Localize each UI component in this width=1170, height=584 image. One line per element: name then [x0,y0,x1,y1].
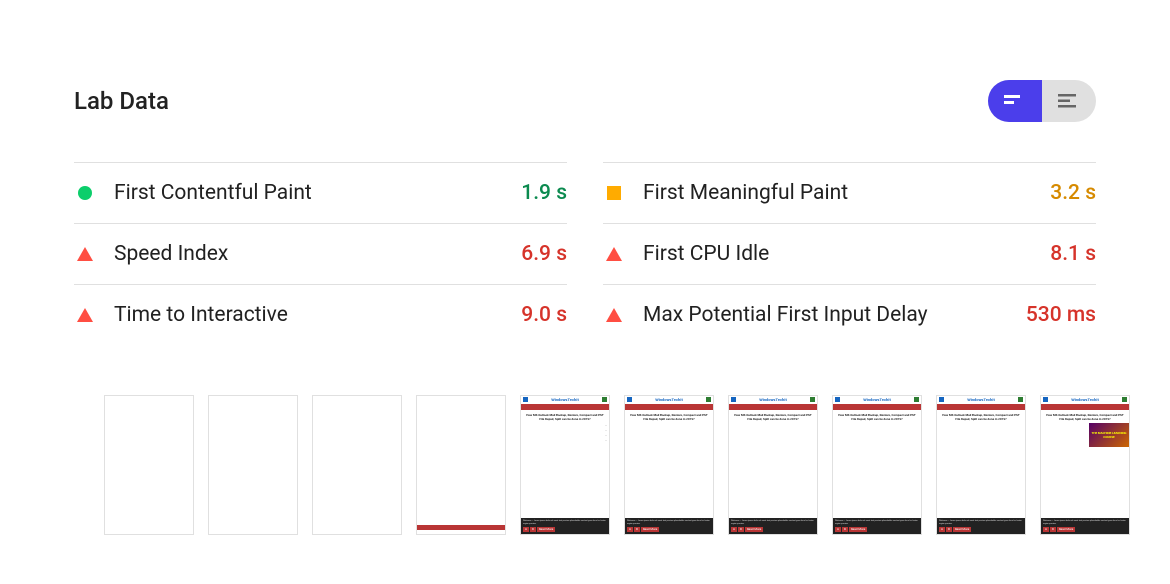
filmstrip-frame: WindowsTechItHow MS Outlook Mail Backup,… [520,395,610,535]
metric-label: First Contentful Paint [114,181,312,205]
metric-value: 1.9 s [521,181,567,205]
metric-row[interactable]: First Meaningful Paint 3.2 s [603,162,1096,223]
filmstrip-frame: WindowsTechItHow MS Outlook Mail Backup,… [1040,395,1130,535]
filmstrip-frame: WindowsTechItHow MS Outlook Mail Backup,… [728,395,818,535]
metric-row[interactable]: Speed Index 6.9 s [74,223,567,284]
metrics-table: First Contentful Paint 1.9 s Speed Index… [74,162,1096,345]
metric-row[interactable]: Time to Interactive 9.0 s [74,284,567,345]
metric-value: 6.9 s [521,242,567,266]
warn-icon [607,186,621,200]
pass-icon [78,186,92,200]
metric-row[interactable]: Max Potential First Input Delay 530 ms [603,284,1096,345]
view-detail-button[interactable] [988,80,1042,122]
section-title: Lab Data [74,87,169,115]
fail-icon [606,308,622,322]
filmstrip-frame: WindowsTechItHow MS Outlook Mail Backup,… [624,395,714,535]
metric-row[interactable]: First CPU Idle 8.1 s [603,223,1096,284]
view-toggle [988,80,1096,122]
detail-view-icon [1004,95,1026,107]
filmstrip-frame: WindowsTechItHow MS Outlook Mail Backup,… [936,395,1026,535]
metric-row[interactable]: First Contentful Paint 1.9 s [74,162,567,223]
view-compact-button[interactable] [1042,80,1096,122]
fail-icon [77,308,93,322]
filmstrip-frame [416,395,506,535]
metrics-column-left: First Contentful Paint 1.9 s Speed Index… [74,162,567,345]
metric-label: Max Potential First Input Delay [643,303,928,327]
metric-label: First CPU Idle [643,242,769,266]
filmstrip: WindowsTechItHow MS Outlook Mail Backup,… [74,395,1096,535]
metric-label: Speed Index [114,242,228,266]
fail-icon [606,247,622,261]
metric-label: First Meaningful Paint [643,181,848,205]
compact-view-icon [1058,94,1080,108]
metric-value: 9.0 s [521,303,567,327]
metric-value: 8.1 s [1050,242,1096,266]
filmstrip-frame: WindowsTechItHow MS Outlook Mail Backup,… [832,395,922,535]
filmstrip-frame [312,395,402,535]
metrics-column-right: First Meaningful Paint 3.2 s First CPU I… [603,162,1096,345]
metric-value: 3.2 s [1050,181,1096,205]
metric-label: Time to Interactive [114,303,288,327]
metric-value: 530 ms [1026,303,1096,327]
filmstrip-frame [104,395,194,535]
fail-icon [77,247,93,261]
filmstrip-frame [208,395,298,535]
